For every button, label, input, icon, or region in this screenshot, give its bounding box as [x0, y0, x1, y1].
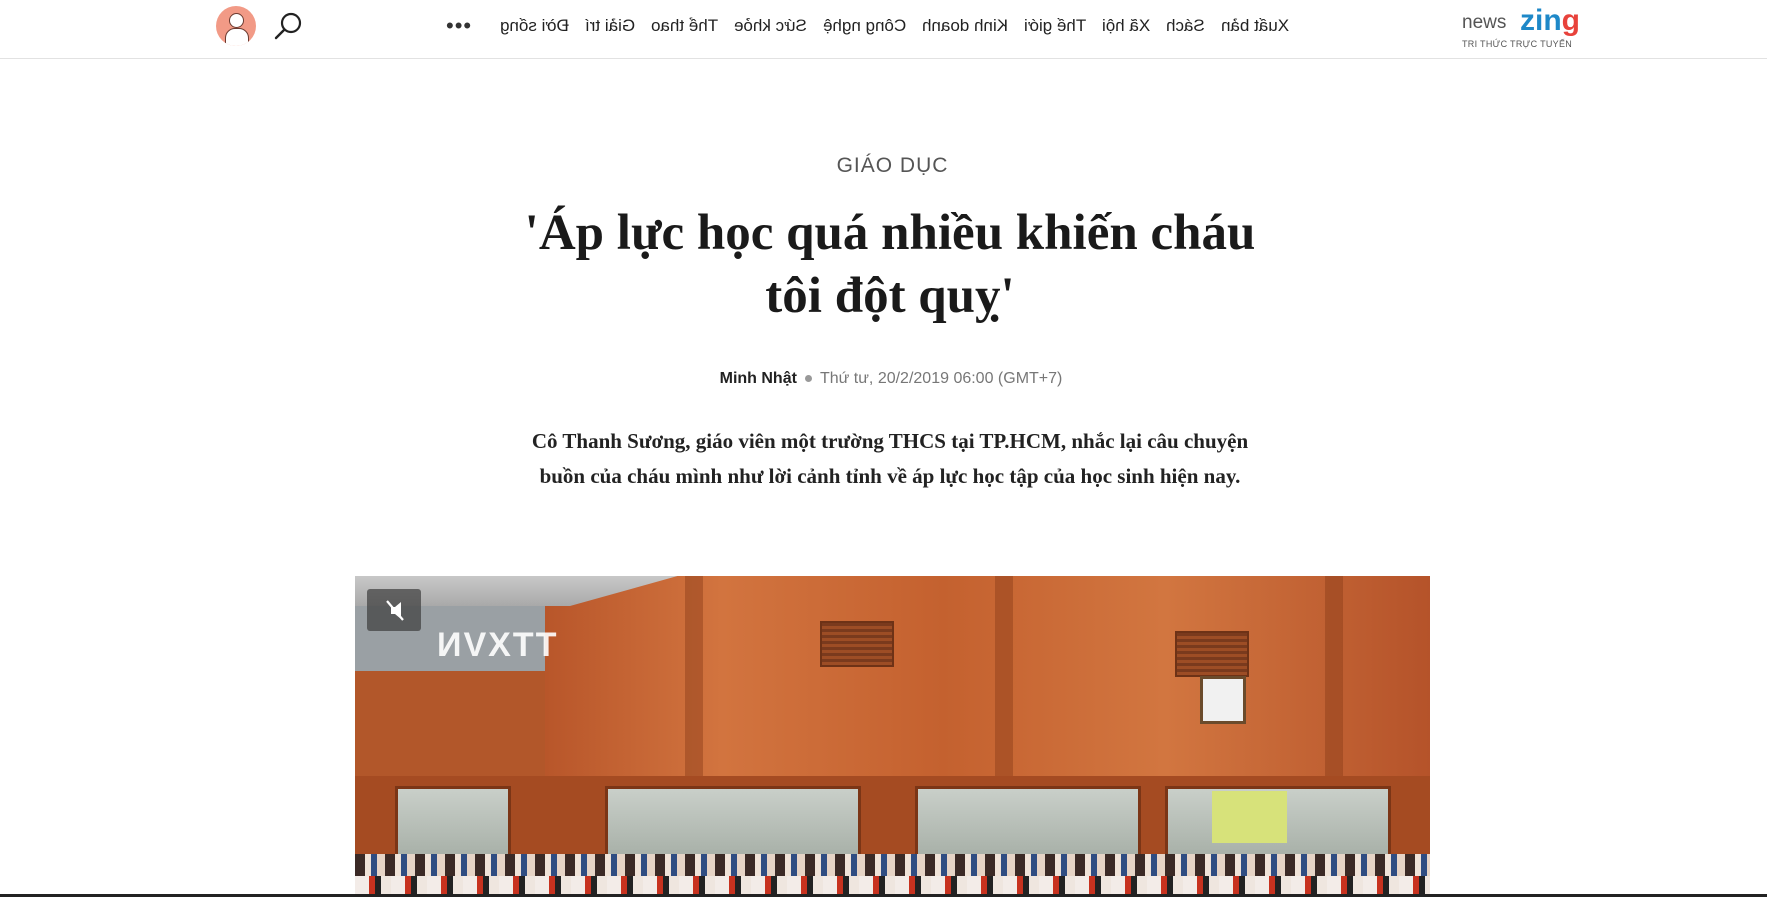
nav-item[interactable]: Giải trí: [585, 14, 635, 38]
logo-suffix: news: [1462, 12, 1507, 33]
nav-item[interactable]: Xuất bản: [1221, 14, 1289, 38]
video-frame-wall: [545, 576, 1430, 786]
article-category[interactable]: GIÁO DỤC: [0, 154, 1767, 178]
zing-news-logo[interactable]: zing news TRI THỨC TRỰC TUYẾN: [1458, 2, 1582, 50]
search-icon-svg: [274, 12, 302, 40]
nav-item[interactable]: Xã hội: [1102, 14, 1150, 38]
video-frame-vent: [820, 621, 894, 667]
logo-tagline: TRI THỨC TRỰC TUYẾN: [1462, 39, 1573, 49]
article-title: 'Áp lực học quá nhiều khiến cháu tôi đột…: [524, 205, 1256, 324]
article-meta: Minh Nhật Thứ tư, 20/2/2019 06:00 (GMT+7): [0, 370, 1767, 388]
article-author[interactable]: Minh Nhật: [720, 370, 797, 387]
article-sapo: Cô Thanh Sương, giáo viên một trường THC…: [531, 429, 1249, 488]
avatar-body-shape: [225, 28, 249, 46]
top-navigation-bar: ••• Xuất bản Sách Xã hội Thế giới Kinh doanh…: [0, 0, 1767, 59]
video-frame-clock: [1200, 676, 1246, 724]
main-navigation: Xuất bản Sách Xã hội Thế giới Kinh doanh Công…: [500, 14, 1289, 38]
avatar-head-shape: [229, 13, 244, 28]
nav-item[interactable]: Kinh doanh: [922, 14, 1008, 38]
search-icon[interactable]: [272, 10, 306, 44]
user-avatar-icon[interactable]: [216, 6, 256, 46]
logo-brand: zing: [1520, 4, 1580, 37]
nav-item[interactable]: Thể thao: [651, 14, 718, 38]
nav-item[interactable]: Sách: [1166, 14, 1205, 38]
video-frame-vent: [1175, 631, 1249, 677]
nav-item[interactable]: Thế giới: [1024, 14, 1086, 38]
video-frame-projector-screen: [1212, 791, 1287, 843]
more-menu-button[interactable]: •••: [446, 14, 480, 38]
nav-item[interactable]: Sức khỏe: [734, 14, 807, 38]
volume-muted-icon-svg: [386, 600, 404, 621]
nav-item[interactable]: Đời sống: [500, 14, 569, 38]
nav-item[interactable]: Công nghệ: [823, 14, 906, 38]
article-video[interactable]: TTXVN: [355, 576, 1430, 897]
video-watermark: TTXVN: [435, 626, 557, 664]
volume-muted-icon[interactable]: [367, 589, 421, 631]
article-published-time: Thứ tư, 20/2/2019 06:00 (GMT+7): [819, 370, 1063, 387]
meta-separator-dot: [804, 375, 812, 383]
